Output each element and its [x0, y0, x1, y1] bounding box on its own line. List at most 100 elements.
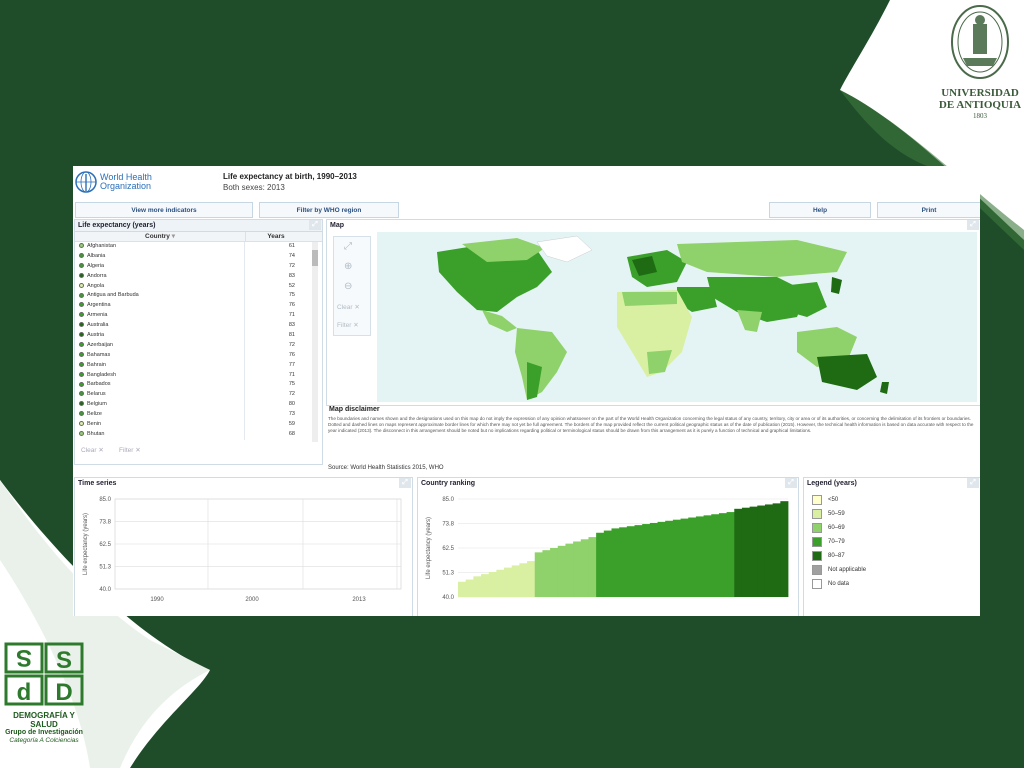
ranking-bar	[465, 579, 474, 597]
table-row[interactable]: Bangladesh 71	[75, 370, 322, 381]
legend-swatch	[812, 565, 822, 575]
country-name: Azerbaijan	[75, 340, 245, 351]
university-name-line1: UNIVERSIDAD	[941, 87, 1019, 99]
table-row[interactable]: Algeria 72	[75, 261, 322, 272]
page-subtitle: Both sexes: 2013	[223, 183, 285, 192]
country-years: 74	[288, 252, 295, 259]
ranking-bar	[611, 528, 620, 597]
table-row[interactable]: Angola 52	[75, 281, 322, 292]
list-filter-button[interactable]: Filter ✕	[119, 446, 141, 454]
status-dot-icon	[79, 351, 84, 357]
table-row[interactable]: Argentina 76	[75, 301, 322, 312]
legend-swatch	[812, 537, 822, 547]
table-row[interactable]: Belgium 80	[75, 400, 322, 411]
y-tick-label: 73.8	[99, 519, 111, 525]
time-series-expand-icon[interactable]: ⤢	[399, 478, 411, 488]
view-more-indicators-button[interactable]: View more indicators	[75, 202, 253, 218]
ranking-bar	[550, 548, 559, 597]
ranking-bar	[734, 508, 743, 597]
country-name: Algeria	[75, 261, 245, 272]
legend-swatch	[812, 579, 822, 589]
table-row[interactable]: Albania 74	[75, 251, 322, 262]
legend-swatch	[812, 509, 822, 519]
legend-label: 50–59	[828, 511, 845, 517]
country-list-title: Life expectancy (years)	[78, 222, 156, 229]
ds-logo-line3: Categoría A Colciencias	[9, 737, 79, 744]
country-name: Armenia	[75, 311, 245, 322]
table-row[interactable]: Afghanistan 61	[75, 242, 322, 252]
list-scrollbar[interactable]	[312, 242, 318, 442]
world-map[interactable]	[377, 232, 977, 402]
country-name: Antigua and Barbuda	[75, 291, 245, 302]
map-filter-button[interactable]: Filter ✕	[337, 321, 359, 329]
table-row[interactable]: Azerbaijan 72	[75, 340, 322, 351]
zoom-out-icon[interactable]: ⊖	[344, 281, 352, 292]
help-button[interactable]: Help	[769, 202, 871, 218]
zoom-in-icon[interactable]: ⊕	[344, 261, 352, 272]
y-tick-label: 51.3	[442, 570, 454, 576]
print-button[interactable]: Print	[877, 202, 980, 218]
source-note: Source: World Health Statistics 2015, WH…	[328, 465, 444, 471]
legend-expand-icon[interactable]: ⤢	[967, 478, 979, 488]
ds-logo-line1: DEMOGRAFÍA Y SALUD	[13, 711, 75, 729]
list-clear-button[interactable]: Clear ✕	[81, 446, 104, 454]
legend-panel: Legend (years) ⤢ <50 50–59 60–69 70–79 80–87 N…	[803, 477, 980, 616]
status-dot-icon	[79, 302, 84, 308]
column-header-country[interactable]: Country ▾	[75, 232, 246, 241]
status-dot-icon	[79, 361, 84, 367]
status-dot-icon	[79, 322, 84, 328]
fullscreen-icon[interactable]: ⤢	[344, 241, 352, 252]
map-region-north-africa[interactable]	[622, 292, 677, 306]
country-years: 83	[288, 322, 295, 329]
table-row[interactable]: Belarus 72	[75, 390, 322, 401]
table-row[interactable]: Bahrain 77	[75, 360, 322, 371]
table-row[interactable]: Belize 73	[75, 410, 322, 421]
ranking-bar	[496, 569, 505, 597]
expand-icon[interactable]: ⤢	[309, 220, 321, 230]
y-tick-label: 73.8	[442, 521, 454, 527]
table-row[interactable]: Andorra 83	[75, 271, 322, 282]
filter-by-region-button[interactable]: Filter by WHO region	[259, 202, 399, 218]
map-expand-icon[interactable]: ⤢	[967, 220, 979, 230]
ranking-chart[interactable]: 85.0 73.8 62.5 51.3 40.0 Life expectancy (yea…	[418, 489, 796, 613]
country-years: 80	[288, 401, 295, 408]
status-dot-icon	[79, 243, 84, 249]
sort-icon[interactable]: ▾	[172, 233, 175, 240]
table-row[interactable]: Australia 83	[75, 321, 322, 332]
table-row[interactable]: Armenia 71	[75, 311, 322, 322]
table-row[interactable]: Antigua and Barbuda 75	[75, 291, 322, 302]
status-dot-icon	[79, 332, 84, 338]
status-dot-icon	[79, 371, 84, 377]
x-tick-label: 1990	[150, 597, 164, 603]
time-series-chart[interactable]: 85.0 73.8 62.5 51.3 40.0 1990 2000 2013 Life exp…	[75, 489, 411, 613]
ranking-bar	[726, 512, 735, 597]
table-row[interactable]: Bhutan 68	[75, 429, 322, 440]
legend-swatch	[812, 523, 822, 533]
country-years: 72	[288, 341, 295, 348]
ranking-expand-icon[interactable]: ⤢	[785, 478, 797, 488]
legend-items: <50 50–59 60–69 70–79 80–87 Not applicable No …	[804, 493, 980, 591]
country-name: Andorra	[75, 271, 245, 282]
svg-text:d: d	[17, 679, 32, 706]
country-rows: Afghanistan 61 Albania 74 Algeria 72 Andorra 83…	[75, 242, 322, 440]
legend-item: 70–79	[804, 535, 980, 549]
country-years: 68	[288, 430, 295, 437]
y-tick-label: 51.3	[99, 564, 111, 570]
ranking-bar	[565, 543, 574, 597]
country-name: Austria	[75, 331, 245, 341]
column-header-years[interactable]: Years	[246, 232, 306, 241]
legend-item: <50	[804, 493, 980, 507]
y-tick-label: 85.0	[442, 497, 454, 503]
map-clear-button[interactable]: Clear ✕	[337, 303, 360, 311]
country-name: Belize	[75, 410, 245, 421]
table-row[interactable]: Benin 59	[75, 420, 322, 430]
country-years: 72	[288, 391, 295, 398]
table-row[interactable]: Barbados 75	[75, 380, 322, 391]
country-name: Barbados	[75, 380, 245, 391]
map-controls: ⤢ ⊕ ⊖ Clear ✕ Filter ✕	[333, 236, 371, 336]
ranking-bar	[458, 581, 467, 597]
table-row[interactable]: Austria 81	[75, 331, 322, 341]
ranking-bar	[542, 550, 551, 597]
legend-label: 60–69	[828, 525, 845, 531]
table-row[interactable]: Bahamas 76	[75, 350, 322, 361]
